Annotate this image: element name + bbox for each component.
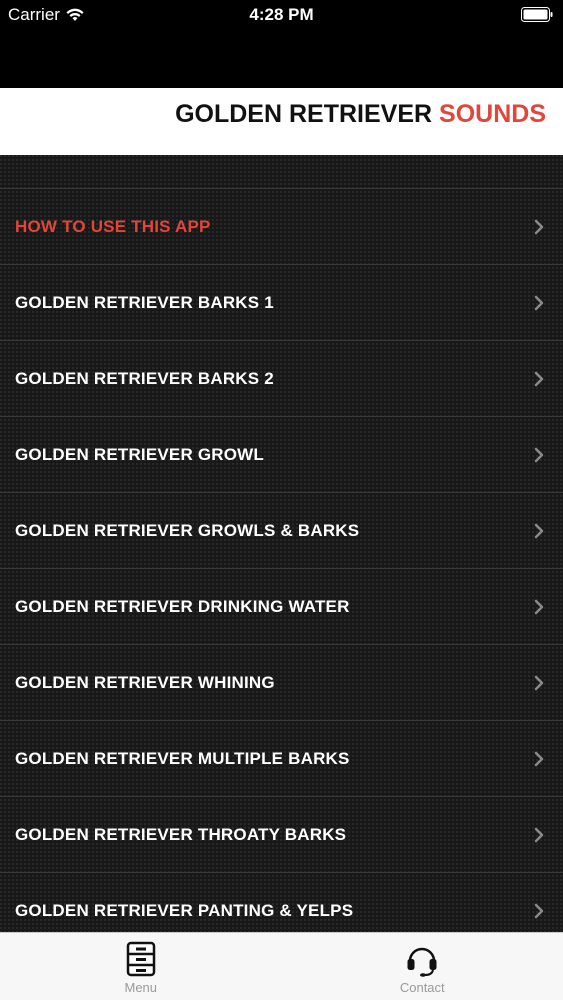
tab-menu[interactable]: Menu bbox=[0, 933, 282, 1000]
tab-menu-label: Menu bbox=[124, 980, 158, 995]
tab-bar: Menu Contact bbox=[0, 932, 563, 1000]
chevron-right-icon bbox=[534, 219, 544, 234]
chevron-right-icon bbox=[534, 675, 544, 690]
menu-item-barks-2[interactable]: GOLDEN RETRIEVER BARKS 2 bbox=[0, 341, 563, 417]
chevron-right-icon bbox=[534, 523, 544, 538]
page-title: GOLDEN RETRIEVER SOUNDS bbox=[175, 100, 546, 129]
chevron-right-icon bbox=[534, 371, 544, 386]
menu-item-how-to-use[interactable]: HOW TO USE THIS APP bbox=[0, 189, 563, 265]
menu-item-label: HOW TO USE THIS APP bbox=[15, 216, 211, 236]
tab-contact-label: Contact bbox=[399, 980, 445, 995]
menu-item-drinking-water[interactable]: GOLDEN RETRIEVER DRINKING WATER bbox=[0, 569, 563, 645]
app-screen: Carrier 4:28 PM GOLDEN RETRIEVER SOUNDS … bbox=[0, 0, 563, 1000]
menu-item-label: GOLDEN RETRIEVER GROWLS & BARKS bbox=[15, 520, 360, 540]
menu-item-panting-yelps[interactable]: GOLDEN RETRIEVER PANTING & YELPS bbox=[0, 873, 563, 932]
menu-item-label: GOLDEN RETRIEVER BARKS 1 bbox=[15, 292, 274, 312]
menu-item-label: GOLDEN RETRIEVER BARKS 2 bbox=[15, 368, 274, 388]
chevron-right-icon bbox=[534, 447, 544, 462]
tab-contact[interactable]: Contact bbox=[282, 933, 563, 1000]
menu-item-label: GOLDEN RETRIEVER THROATY BARKS bbox=[15, 824, 347, 844]
status-bar: Carrier 4:28 PM bbox=[0, 0, 563, 30]
menu-top-spacer bbox=[0, 155, 563, 189]
menu-item-multiple-barks[interactable]: GOLDEN RETRIEVER MULTIPLE BARKS bbox=[0, 721, 563, 797]
chevron-right-icon bbox=[534, 599, 544, 614]
menu-item-label: GOLDEN RETRIEVER DRINKING WATER bbox=[15, 596, 350, 616]
menu-item-growl[interactable]: GOLDEN RETRIEVER GROWL bbox=[0, 417, 563, 493]
menu-item-label: GOLDEN RETRIEVER WHINING bbox=[15, 672, 275, 692]
cabinet-icon bbox=[126, 941, 155, 977]
sound-menu-list[interactable]: HOW TO USE THIS APP GOLDEN RETRIEVER BAR… bbox=[0, 155, 563, 932]
menu-item-label: GOLDEN RETRIEVER MULTIPLE BARKS bbox=[15, 748, 350, 768]
battery-icon bbox=[521, 7, 553, 22]
menu-item-growls-barks[interactable]: GOLDEN RETRIEVER GROWLS & BARKS bbox=[0, 493, 563, 569]
chevron-right-icon bbox=[534, 903, 544, 918]
chevron-right-icon bbox=[534, 295, 544, 310]
menu-item-label: GOLDEN RETRIEVER GROWL bbox=[15, 444, 265, 464]
headset-icon bbox=[407, 947, 437, 977]
menu-item-whining[interactable]: GOLDEN RETRIEVER WHINING bbox=[0, 645, 563, 721]
title-accent: SOUNDS bbox=[439, 100, 546, 128]
menu-item-label: GOLDEN RETRIEVER PANTING & YELPS bbox=[15, 900, 354, 920]
chevron-right-icon bbox=[534, 827, 544, 842]
menu-item-throaty-barks[interactable]: GOLDEN RETRIEVER THROATY BARKS bbox=[0, 797, 563, 873]
chevron-right-icon bbox=[534, 751, 544, 766]
status-time: 4:28 PM bbox=[249, 5, 314, 24]
menu-item-barks-1[interactable]: GOLDEN RETRIEVER BARKS 1 bbox=[0, 265, 563, 341]
title-main: GOLDEN RETRIEVER bbox=[175, 100, 433, 128]
app-header: GOLDEN RETRIEVER SOUNDS bbox=[0, 88, 563, 155]
